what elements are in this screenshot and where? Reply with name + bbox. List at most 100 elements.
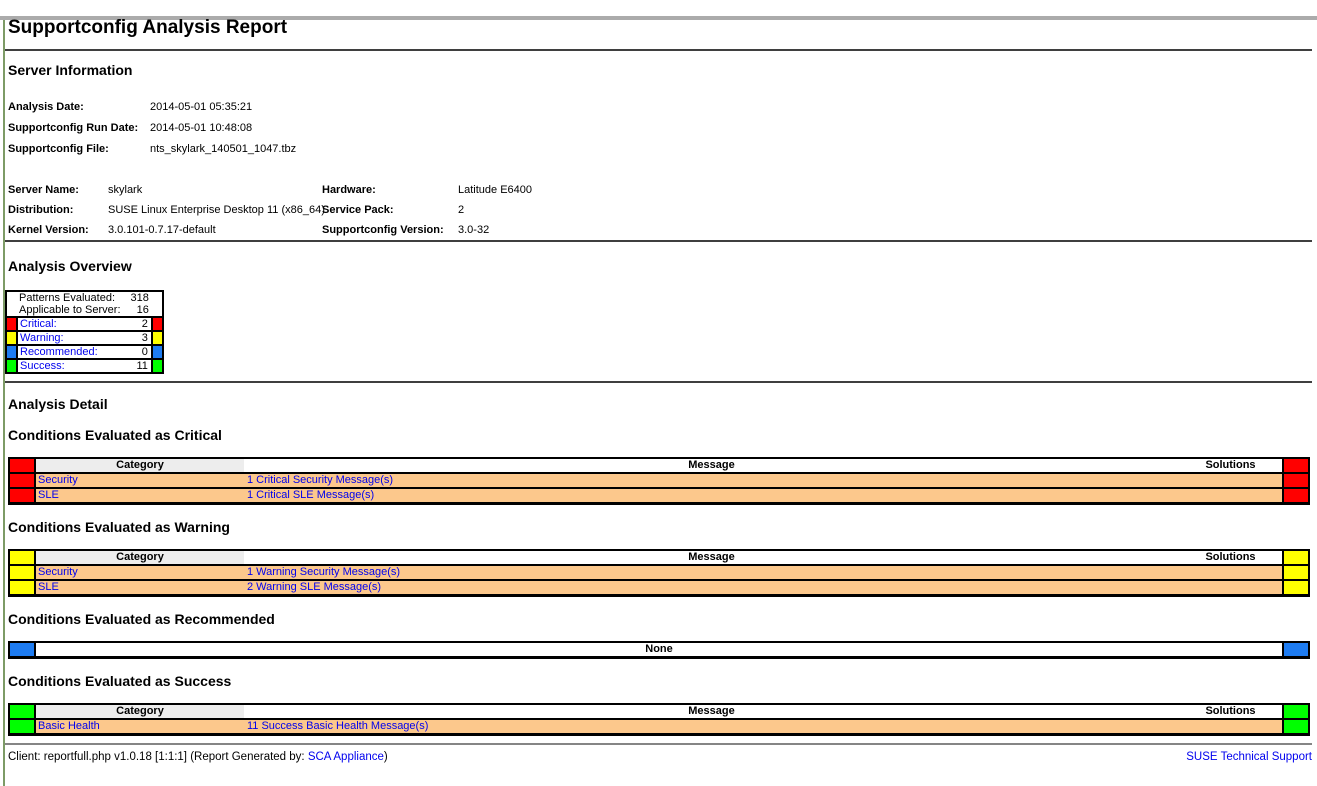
- recommended-color-swatch: [6, 345, 17, 359]
- info-value: 2014-05-01 10:48:08: [150, 117, 296, 138]
- section-heading-analysis-overview: Analysis Overview: [8, 258, 1312, 275]
- solutions-cell: [1179, 473, 1283, 488]
- overview-label: Patterns Evaluated:: [17, 291, 121, 304]
- section-heading-conditions-evaluated-as-warning: Conditions Evaluated as Warning: [8, 519, 1312, 536]
- analysis-overview-table: Patterns Evaluated:318Applicable to Serv…: [5, 290, 164, 374]
- info-label: Kernel Version:: [8, 220, 108, 240]
- info-label: Distribution:: [8, 200, 108, 220]
- message-link[interactable]: 1 Warning Security Message(s): [247, 566, 400, 578]
- suse-technical-support-link[interactable]: SUSE Technical Support: [1186, 751, 1312, 763]
- sca-report-page: { "title": "Supportconfig Analysis Repor…: [0, 16, 1317, 786]
- overview-value: 2: [121, 317, 152, 331]
- success-color-cell: [1283, 704, 1309, 719]
- category-security-link[interactable]: Security: [38, 474, 78, 486]
- column-header-message: Message: [244, 550, 1179, 565]
- success-color-swatch: [6, 359, 17, 373]
- info-value: 2014-05-01 05:35:21: [150, 96, 296, 117]
- warning-color-cell: [1283, 580, 1309, 596]
- analysis-info-row: Analysis Date:2014-05-01 05:35:21: [8, 96, 296, 117]
- message-link[interactable]: 2 Warning SLE Message(s): [247, 581, 381, 593]
- info-value: skylark: [108, 180, 322, 200]
- recommended-color-swatch: [152, 345, 163, 359]
- info-label: Supportconfig Run Date:: [8, 117, 150, 138]
- system-info-row: Kernel Version:3.0.101-0.7.17-defaultSup…: [8, 220, 1008, 240]
- spacer-cell: [6, 304, 17, 317]
- column-header-solutions: Solutions: [1179, 704, 1283, 719]
- success-color-cell: [1283, 719, 1309, 735]
- success-color-cell: [9, 704, 35, 719]
- overview-critical-link[interactable]: Critical:: [20, 318, 57, 330]
- warning-color-swatch: [152, 331, 163, 345]
- overview-label: Applicable to Server:: [17, 304, 121, 317]
- none-cell: None: [35, 642, 1283, 658]
- detail-row: SLE 2 Warning SLE Message(s): [9, 580, 1309, 596]
- warning-color-cell: [1283, 550, 1309, 565]
- section-heading-analysis-detail: Analysis Detail: [8, 396, 1312, 413]
- critical-color-cell: [9, 473, 35, 488]
- info-label: Server Name:: [8, 180, 108, 200]
- detail-sections: Conditions Evaluated as CriticalCategory…: [5, 427, 1312, 736]
- footer-client-suffix: ): [384, 751, 388, 763]
- overview-value: 11: [121, 359, 152, 373]
- recommended-color-cell: [1283, 642, 1309, 658]
- spacer-cell: [6, 291, 17, 304]
- column-header-category: Category: [35, 458, 244, 473]
- info-value: Latitude E6400: [458, 180, 1008, 200]
- overview-success-row: Success: 11: [6, 359, 163, 373]
- conditions-table-recommended: None: [8, 641, 1310, 659]
- detail-empty-row: None: [9, 642, 1309, 658]
- critical-color-cell: [9, 488, 35, 504]
- category-sle-link[interactable]: SLE: [38, 489, 59, 501]
- critical-color-swatch: [152, 317, 163, 331]
- message-cell: 1 Critical SLE Message(s): [244, 488, 1179, 504]
- overview-label: Success:: [17, 359, 121, 373]
- solutions-cell: [1179, 488, 1283, 504]
- spacer-cell: [152, 304, 163, 317]
- overview-value: 16: [121, 304, 152, 317]
- message-link[interactable]: 11 Success Basic Health Message(s): [247, 720, 428, 732]
- column-header-solutions: Solutions: [1179, 550, 1283, 565]
- category-sle-link[interactable]: SLE: [38, 581, 59, 593]
- detail-row: Security 1 Warning Security Message(s): [9, 565, 1309, 580]
- sca-appliance-link[interactable]: SCA Appliance: [308, 751, 384, 763]
- info-value: SUSE Linux Enterprise Desktop 11 (x86_64…: [108, 200, 322, 220]
- footer-client-info: Client: reportfull.php v1.0.18 [1:1:1] (…: [8, 751, 388, 763]
- message-link[interactable]: 1 Critical Security Message(s): [247, 474, 393, 486]
- category-cell: Basic Health: [35, 719, 244, 735]
- overview-warning-link[interactable]: Warning:: [20, 332, 64, 344]
- analysis-info-row: Supportconfig File:nts_skylark_140501_10…: [8, 138, 296, 159]
- overview-value: 3: [121, 331, 152, 345]
- message-cell: 1 Critical Security Message(s): [244, 473, 1179, 488]
- overview-recommended-link[interactable]: Recommended:: [20, 346, 98, 358]
- category-cell: SLE: [35, 580, 244, 596]
- category-basic-health-link[interactable]: Basic Health: [38, 720, 100, 732]
- message-cell: 2 Warning SLE Message(s): [244, 580, 1179, 596]
- section-heading-conditions-evaluated-as-success: Conditions Evaluated as Success: [8, 673, 1312, 690]
- critical-color-swatch: [6, 317, 17, 331]
- detail-row: SLE 1 Critical SLE Message(s): [9, 488, 1309, 504]
- conditions-table-critical: CategoryMessageSolutionsSecurity1 Critic…: [8, 457, 1310, 505]
- message-link[interactable]: 1 Critical SLE Message(s): [247, 489, 374, 501]
- page-title: Supportconfig Analysis Report: [8, 16, 1312, 39]
- system-info-row: Server Name:skylarkHardware:Latitude E64…: [8, 180, 1008, 200]
- info-label: Analysis Date:: [8, 96, 150, 117]
- category-cell: Security: [35, 473, 244, 488]
- footer: Client: reportfull.php v1.0.18 [1:1:1] (…: [8, 751, 1312, 763]
- warning-color-cell: [9, 550, 35, 565]
- warning-color-cell: [9, 580, 35, 596]
- info-label: Supportconfig Version:: [322, 220, 458, 240]
- info-label: Hardware:: [322, 180, 458, 200]
- column-header-solutions: Solutions: [1179, 458, 1283, 473]
- overview-critical-row: Critical: 2: [6, 317, 163, 331]
- section-divider: [5, 240, 1312, 242]
- detail-row: Security 1 Critical Security Message(s): [9, 473, 1309, 488]
- section-heading-server-information: Server Information: [8, 62, 1312, 79]
- overview-success-link[interactable]: Success:: [20, 360, 65, 372]
- analysis-info-row: Supportconfig Run Date:2014-05-01 10:48:…: [8, 117, 296, 138]
- overview-summary-row: Applicable to Server:16: [6, 304, 163, 317]
- system-info-row: Distribution:SUSE Linux Enterprise Deskt…: [8, 200, 1008, 220]
- solutions-cell: [1179, 580, 1283, 596]
- category-security-link[interactable]: Security: [38, 566, 78, 578]
- analysis-info-table: Analysis Date:2014-05-01 05:35:21Support…: [8, 96, 296, 159]
- category-cell: Security: [35, 565, 244, 580]
